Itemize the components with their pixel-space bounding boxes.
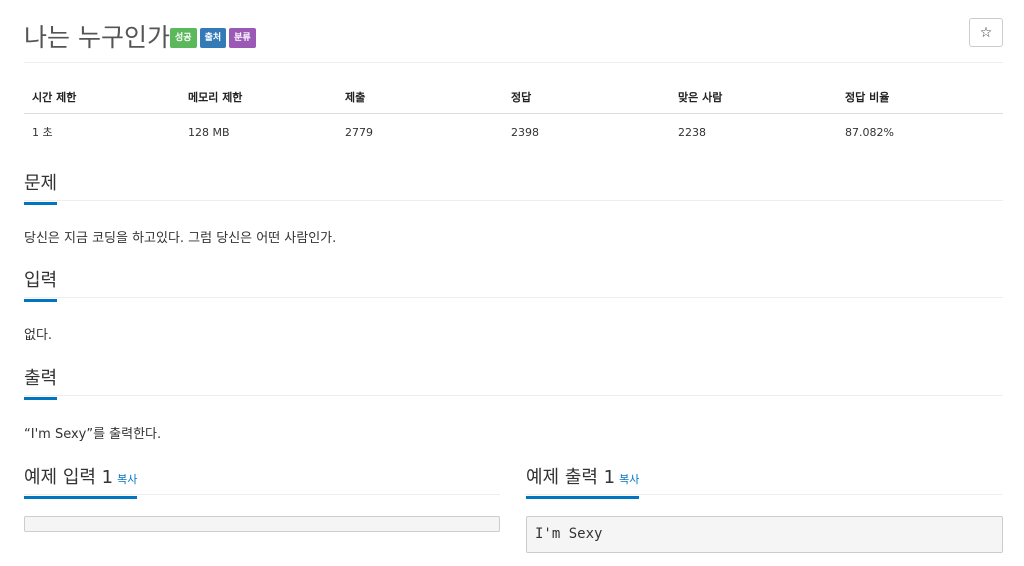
problem-header: 나는 누구인가 성공 출처 분류 ☆ [24,16,1003,56]
problem-badges: 성공 출처 분류 [170,28,256,48]
value-ratio: 87.082% [845,125,894,139]
output-heading: 출력 [24,364,1003,400]
header-time-limit: 시간 제한 [24,82,180,114]
description-text: 당신은 지금 코딩을 하고있다. 그럼 당신은 어떤 사람인가. [24,231,337,246]
description-heading: 문제 [24,169,1003,205]
table-header-row: 시간 제한 메모리 제한 제출 정답 맞은 사람 정답 비율 [24,82,1003,114]
header-submissions: 제출 [337,82,503,114]
badge-success[interactable]: 성공 [170,28,197,48]
header-ratio: 정답 비율 [837,82,1003,114]
input-text: 없다. [24,328,53,343]
output-title: 출력 [24,364,58,400]
sample-input-title: 예제 입력 1 복사 [24,463,138,499]
copy-output-link[interactable]: 복사 [619,473,639,486]
favorite-button[interactable]: ☆ [969,18,1003,47]
value-memory-limit: 128 MB [188,125,230,139]
badge-category[interactable]: 분류 [229,28,256,48]
header-accepted: 정답 [503,82,670,114]
problem-info-table: 시간 제한 메모리 제한 제출 정답 맞은 사람 정답 비율 1 초 128 M… [24,82,1003,148]
input-title: 입력 [24,266,58,302]
copy-input-link[interactable]: 복사 [117,473,137,486]
value-accepted: 2398 [511,125,539,139]
sample-output-heading: 예제 출력 1 복사 [526,463,1002,499]
divider [24,62,1003,63]
problem-title: 나는 누구인가 [24,23,170,52]
sample-input-box [24,516,500,532]
header-memory-limit: 메모리 제한 [180,82,337,114]
header-solvers: 맞은 사람 [670,82,837,114]
sample-output-box: I'm Sexy [526,516,1003,553]
star-icon: ☆ [979,24,993,41]
description-title: 문제 [24,169,58,205]
value-submissions: 2779 [345,125,373,139]
sample-input-heading: 예제 입력 1 복사 [24,463,500,499]
output-text: “I'm Sexy”를 출력한다. [24,427,162,442]
input-heading: 입력 [24,266,1003,302]
value-time-limit: 1 초 [32,126,53,139]
value-solvers: 2238 [678,125,706,139]
sample-output-title: 예제 출력 1 복사 [526,463,640,499]
badge-source[interactable]: 출처 [199,28,227,48]
table-row: 1 초 128 MB 2779 2398 2238 87.082% [24,114,1003,149]
